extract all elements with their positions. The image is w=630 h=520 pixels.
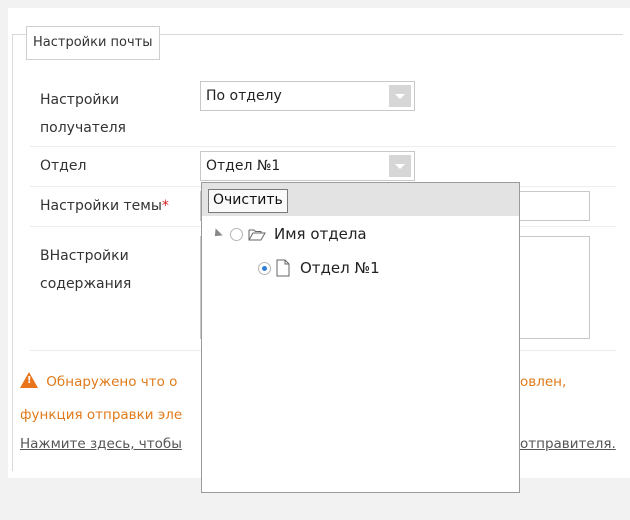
folder-open-icon xyxy=(248,229,266,240)
row-divider xyxy=(30,146,616,147)
chevron-down-icon[interactable] xyxy=(389,155,411,177)
recipient-select-value: По отделу xyxy=(206,88,282,104)
expand-triangle-icon[interactable] xyxy=(211,228,223,240)
radio-unselected-icon[interactable] xyxy=(230,227,243,241)
subject-settings-label: Настройки темы* xyxy=(40,192,169,220)
radio-selected-icon[interactable] xyxy=(258,261,271,275)
recipient-settings-label: Настройки получателя xyxy=(40,92,126,136)
tree-node-label: Имя отдела xyxy=(274,225,367,243)
required-mark: * xyxy=(161,198,169,214)
subject-settings-label-text: Настройки темы xyxy=(40,198,162,214)
configure-sender-link-end[interactable]: отправителя. xyxy=(520,436,616,452)
configure-sender-link[interactable]: Нажмите здесь, чтобы xyxy=(20,436,182,452)
section-title: Настройки почты xyxy=(26,26,160,60)
warning-text-right: овлен, xyxy=(520,374,567,390)
department-select-value: Отдел №1 xyxy=(206,158,281,174)
department-label: Отдел xyxy=(40,158,87,174)
content-settings-label: ВНастройки содержания xyxy=(40,248,132,292)
department-select[interactable]: Отдел №1 xyxy=(200,151,415,181)
tree-node-root[interactable]: Имя отдела xyxy=(211,225,367,243)
warning-icon: ! xyxy=(20,372,38,388)
tree-node-label: Отдел №1 xyxy=(300,259,380,277)
chevron-down-icon[interactable] xyxy=(389,85,411,107)
recipient-select[interactable]: По отделу xyxy=(200,81,415,111)
dropdown-toolbar: Очистить xyxy=(202,183,519,216)
warning-line-1: ! Обнаружено что о xyxy=(20,372,177,392)
warning-text-left: Обнаружено что о xyxy=(46,374,178,390)
tree-node-child[interactable]: Отдел №1 xyxy=(258,259,380,277)
warning-line-2: функция отправки эле xyxy=(20,407,183,423)
clear-button[interactable]: Очистить xyxy=(208,189,288,213)
document-icon xyxy=(276,259,290,277)
department-dropdown: Очистить Имя отдела Отдел №1 xyxy=(201,182,520,493)
